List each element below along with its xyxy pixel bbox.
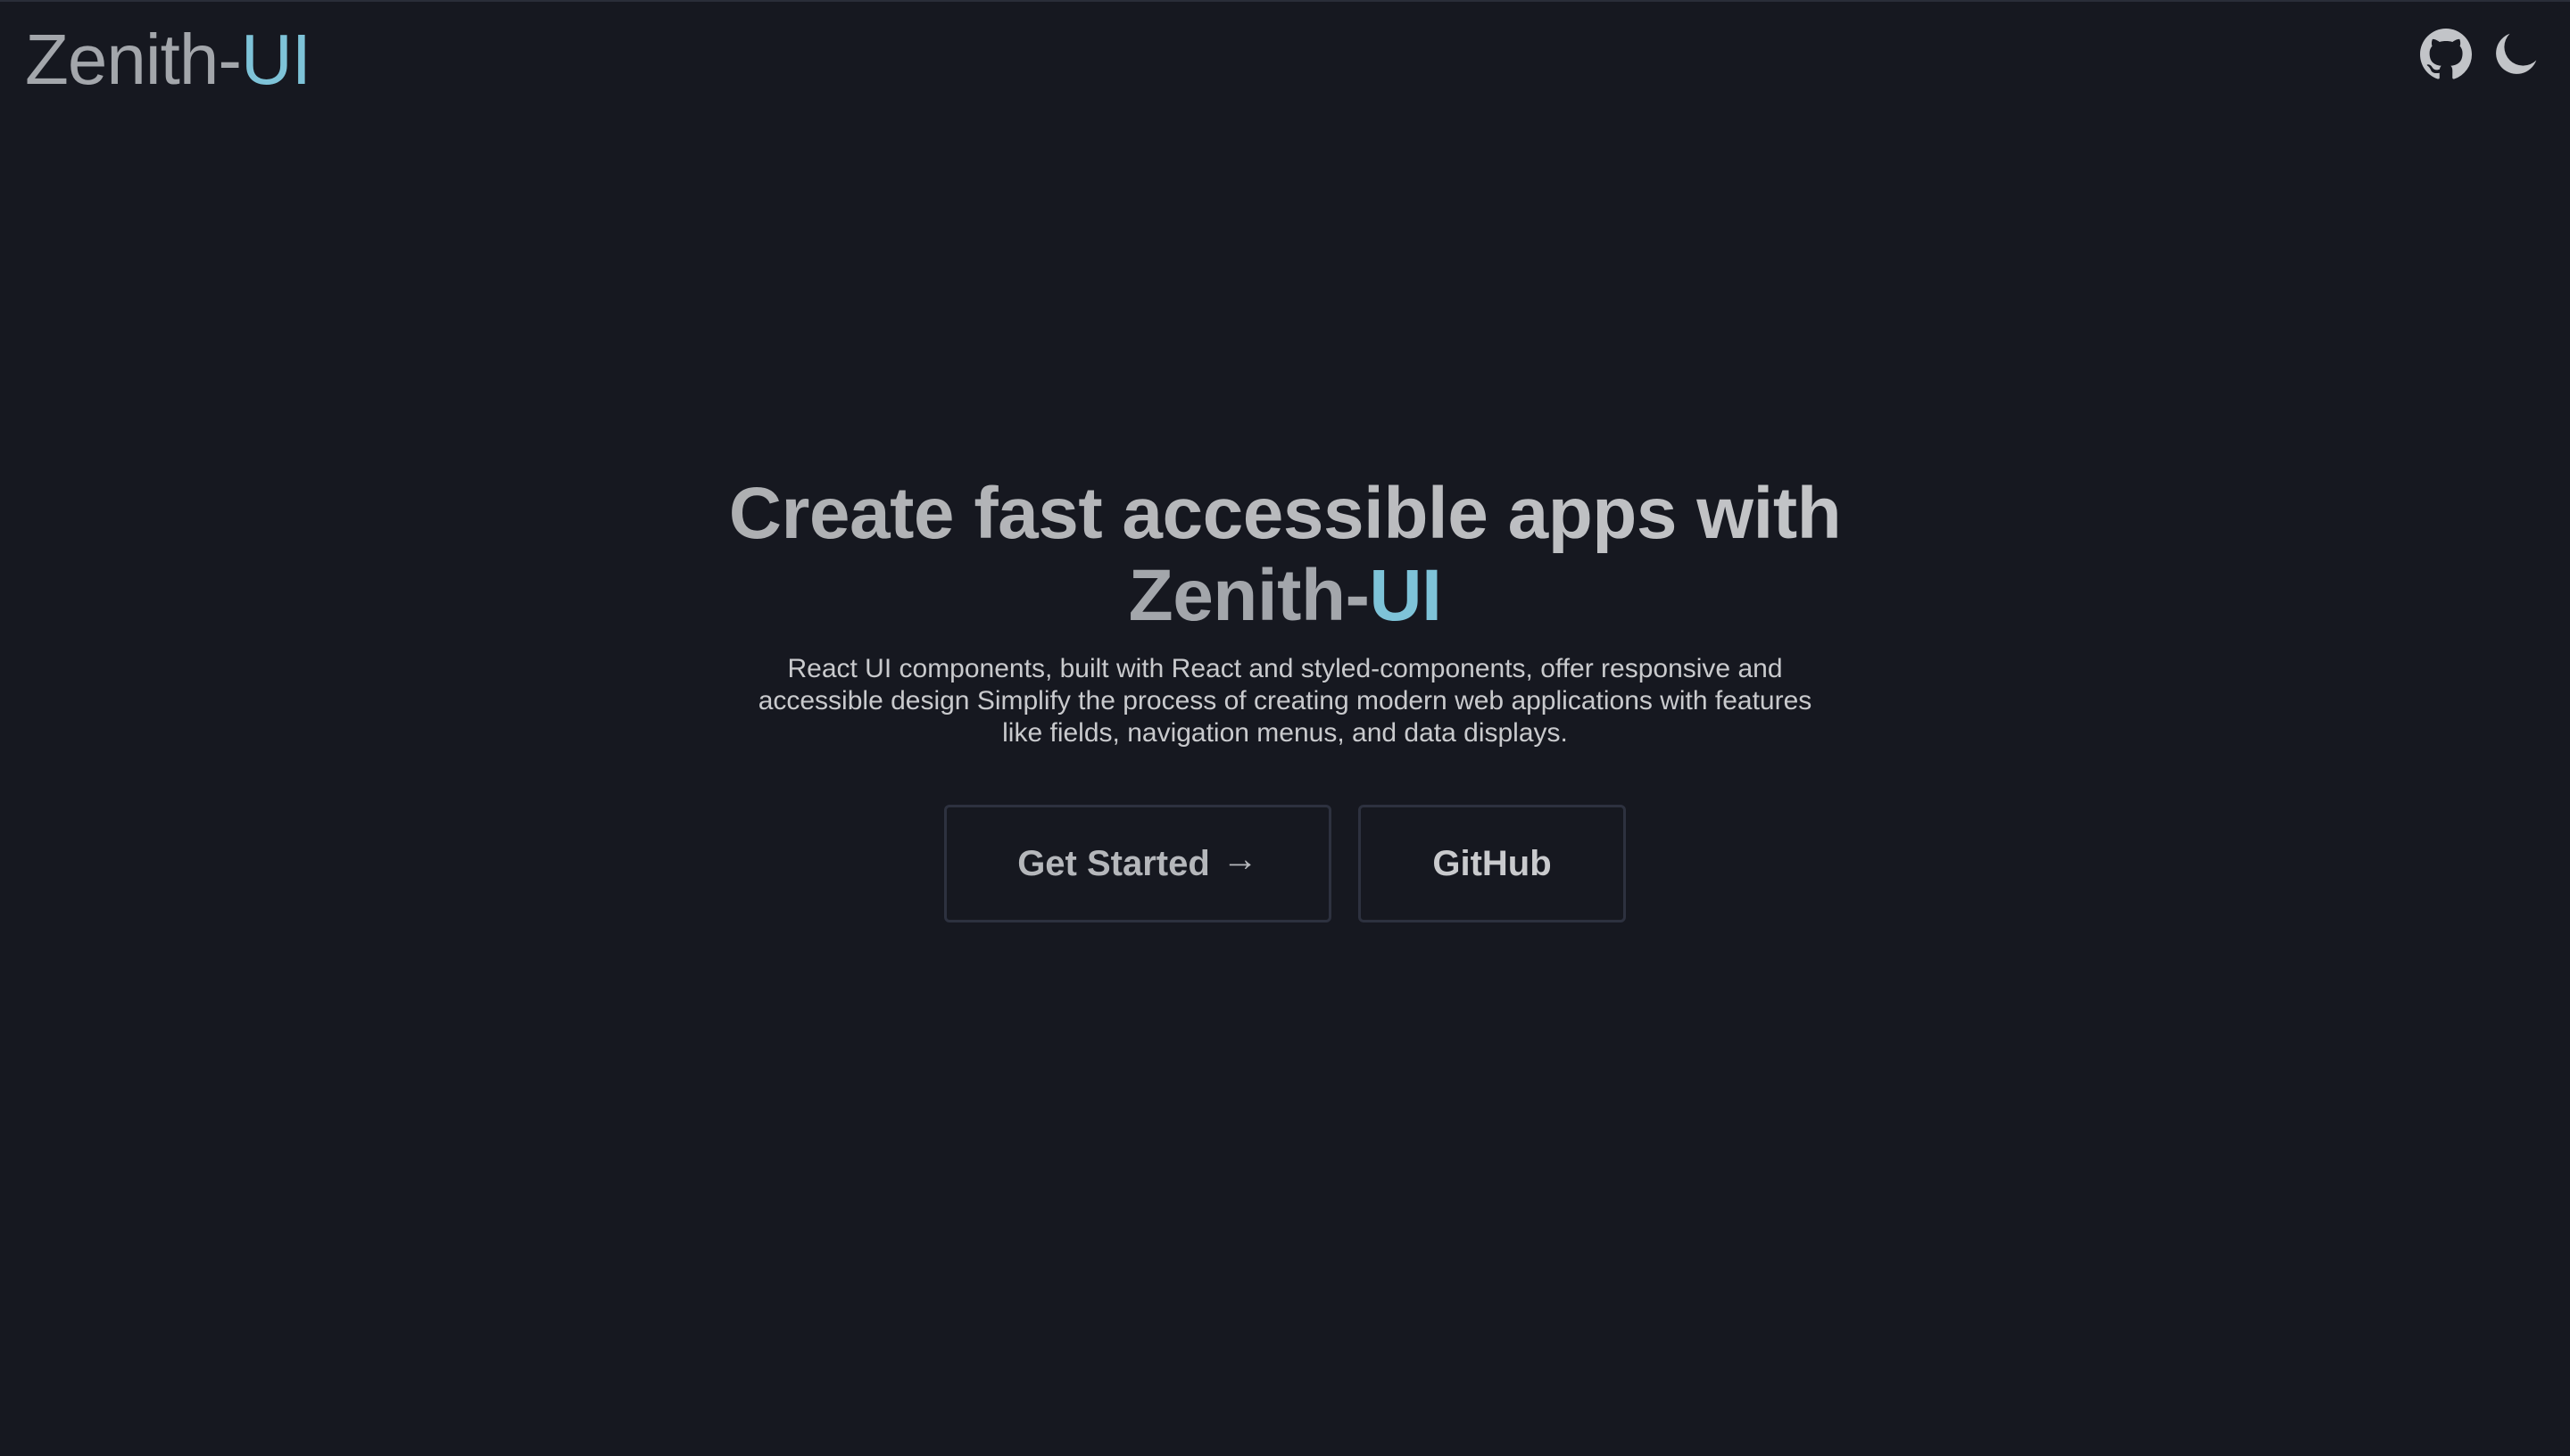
hero-section: Create fast accessible apps with Zenith-… (0, 473, 2570, 922)
hero-brand: Zenith-UI (0, 555, 2570, 637)
github-icon[interactable] (2420, 29, 2472, 80)
nav-icons (2420, 27, 2543, 82)
logo-text-ui: UI (240, 20, 311, 99)
hero-actions: Get Started → GitHub (0, 805, 2570, 922)
moon-icon[interactable] (2488, 27, 2543, 82)
hero-title: Create fast accessible apps with Zenith-… (0, 473, 2570, 637)
logo-text-zenith: Zenith- (25, 20, 242, 99)
arrow-right-icon: → (1222, 839, 1258, 879)
hero-brand-zenith: Zenith- (1128, 555, 1370, 636)
hero-brand-ui: UI (1369, 555, 1442, 636)
hero-description: React UI components, built with React an… (758, 654, 1812, 748)
github-button[interactable]: GitHub (1358, 805, 1626, 922)
navbar: Zenith-UI (0, 2, 2570, 118)
hero-title-line: Create fast accessible apps with (0, 473, 2570, 555)
github-button-label: GitHub (1432, 843, 1552, 883)
logo[interactable]: Zenith-UI (25, 20, 311, 100)
get-started-button[interactable]: Get Started → (944, 805, 1331, 922)
get-started-label: Get Started (1017, 843, 1210, 883)
